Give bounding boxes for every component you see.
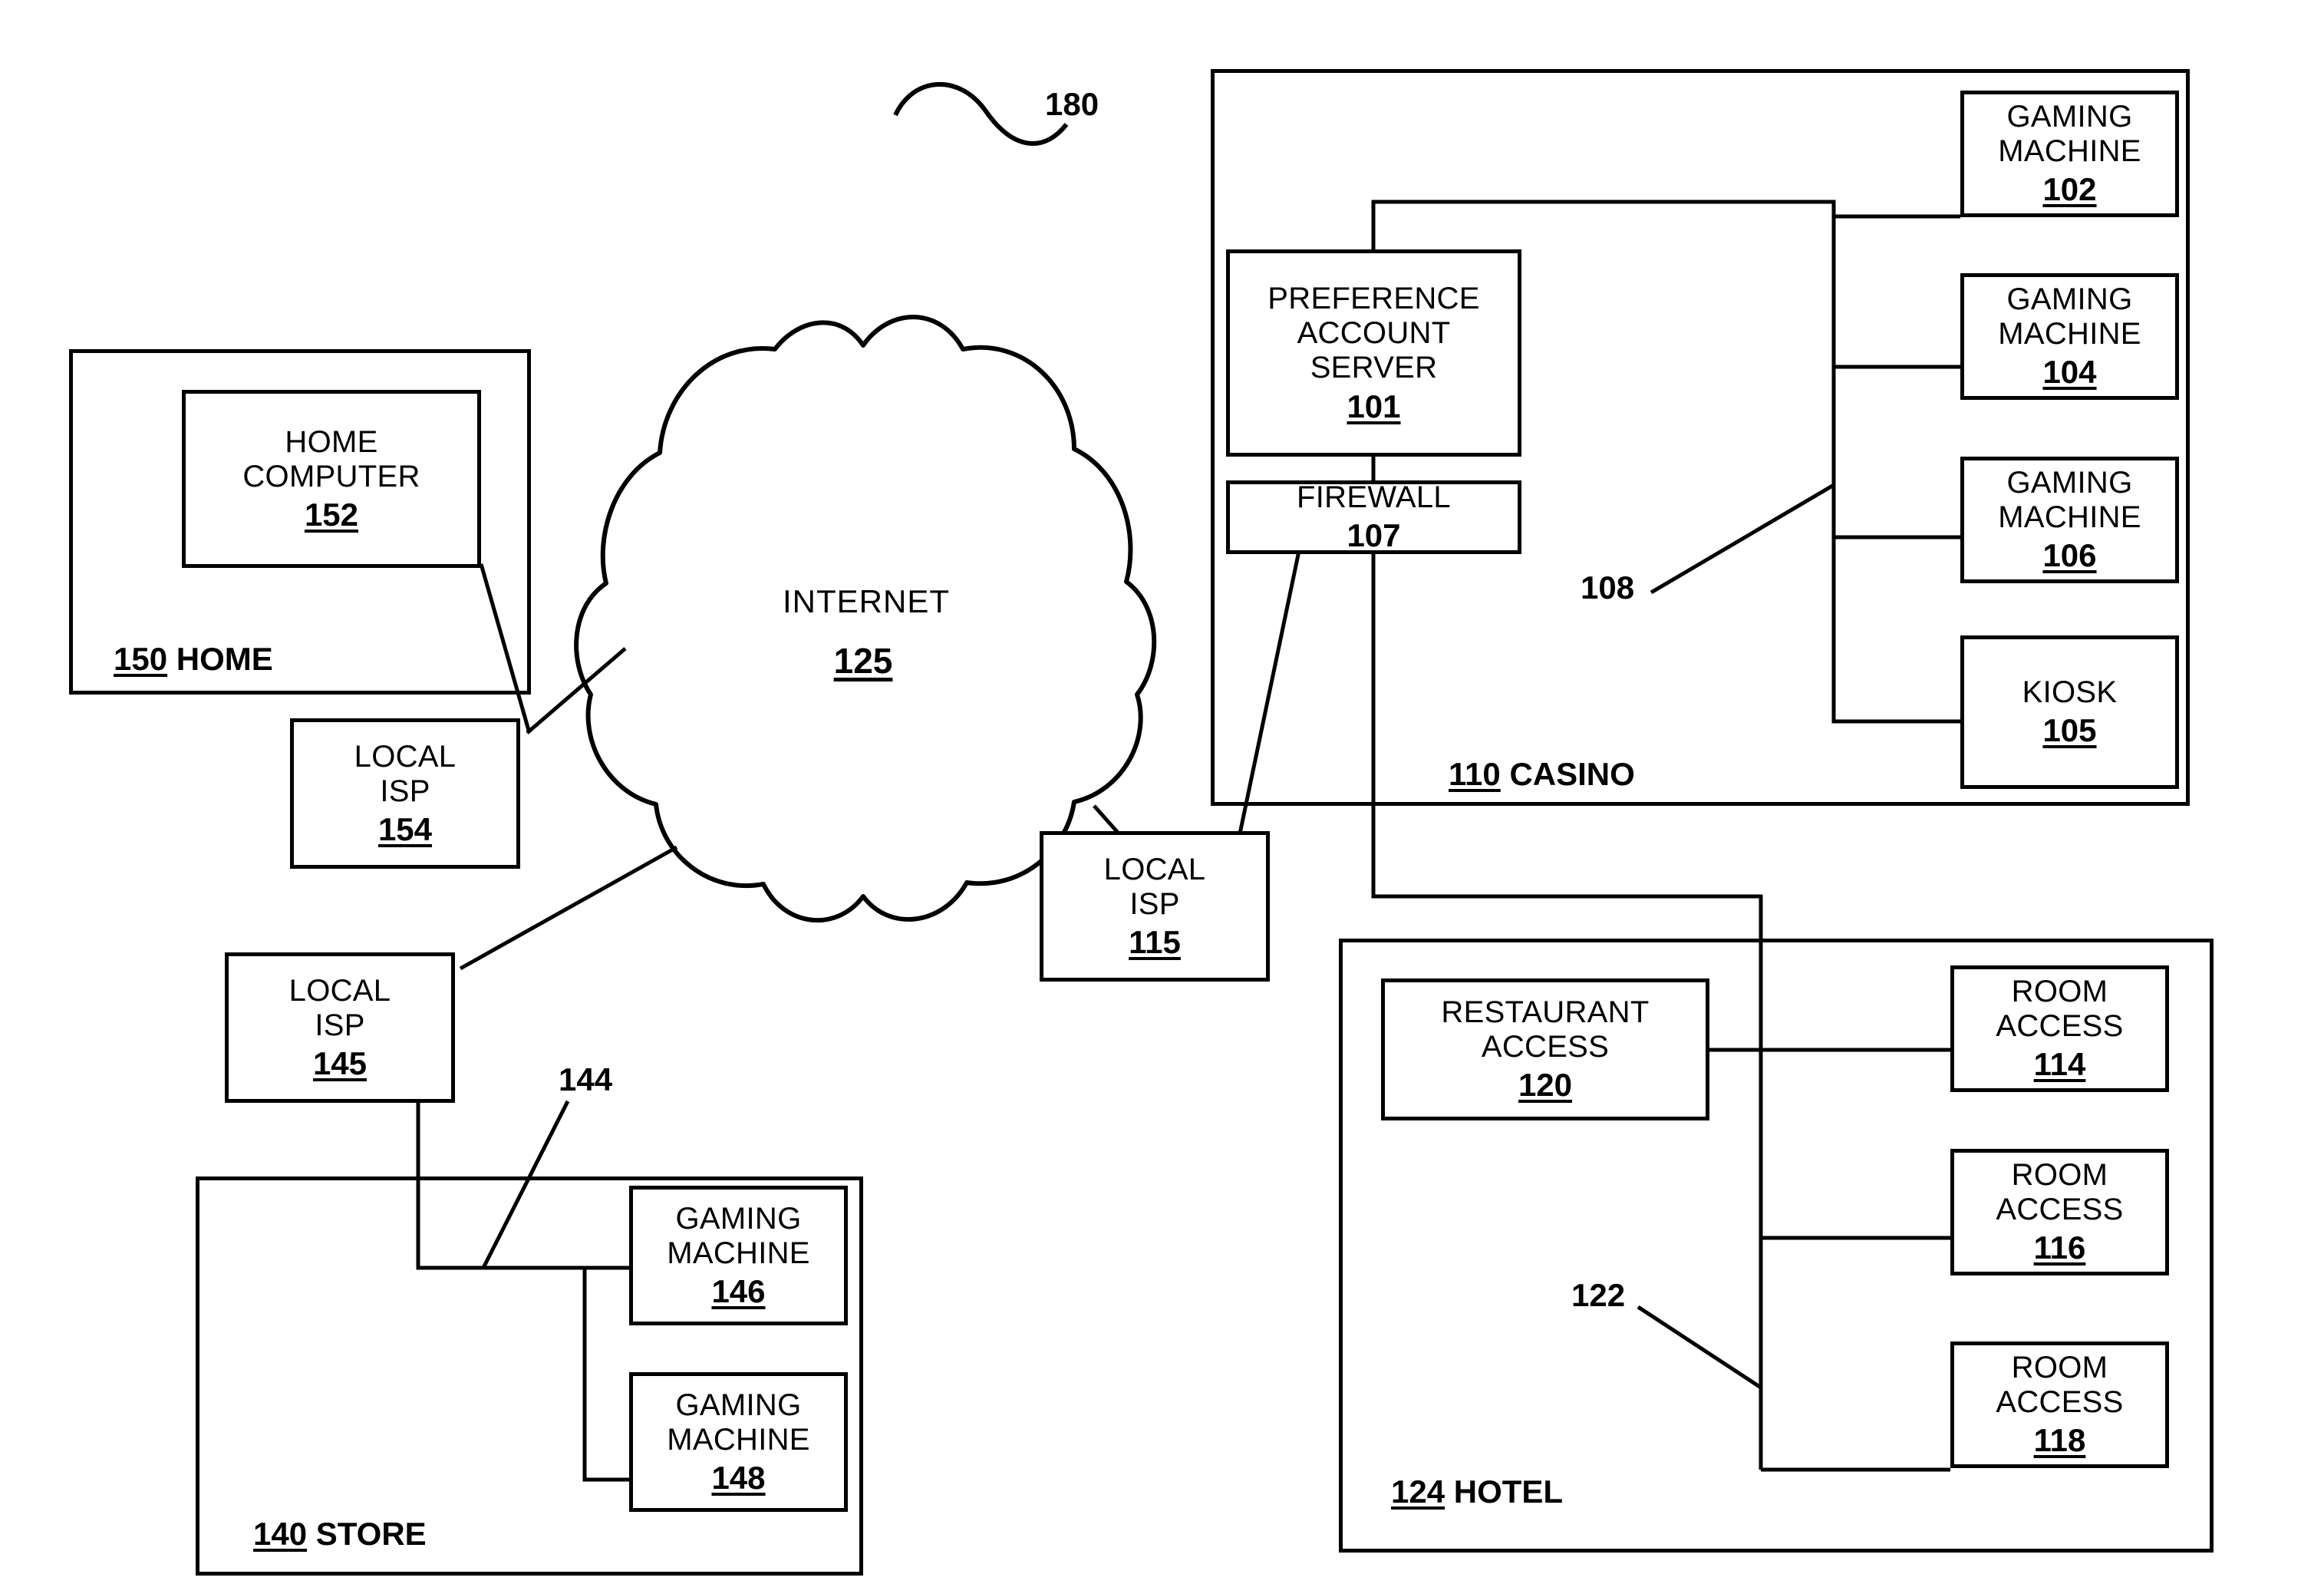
region-hotel-label: 124 HOTEL: [1391, 1473, 1563, 1510]
gaming-machine-148-number: 148: [711, 1459, 766, 1496]
room-access-116-line-2: ACCESS: [1996, 1193, 2124, 1227]
box-firewall[interactable]: FIREWALL 107: [1226, 480, 1521, 554]
gaming-machine-102-number: 102: [2042, 171, 2097, 208]
gaming-machine-102-line-1: GAMING: [2006, 100, 2133, 134]
region-casino-label: 110 CASINO: [1449, 756, 1635, 793]
local-isp-145-line-1: LOCAL: [288, 973, 391, 1008]
gaming-machine-106-line-1: GAMING: [2006, 466, 2133, 500]
gaming-machine-104-number: 104: [2042, 354, 2097, 391]
gaming-machine-104-line-1: GAMING: [2006, 282, 2133, 317]
gaming-machine-148-line-2: MACHINE: [667, 1422, 810, 1457]
region-hotel-name: HOTEL: [1453, 1473, 1564, 1510]
box-preference-account-server[interactable]: PREFERENCE ACCOUNT SERVER 101: [1226, 249, 1521, 457]
box-local-isp-115[interactable]: LOCAL ISP 115: [1040, 831, 1270, 982]
home-computer-line-1: HOME: [285, 424, 378, 459]
region-home-number: 150: [114, 641, 168, 677]
box-gaming-machine-148[interactable]: GAMING MACHINE 148: [629, 1372, 848, 1512]
room-access-116-line-1: ROOM: [2011, 1158, 2108, 1193]
local-isp-115-line-2: ISP: [1129, 886, 1180, 921]
link-isp154-to-internet: [526, 647, 627, 734]
local-isp-154-number: 154: [377, 810, 433, 847]
region-home-label: 150 HOME: [114, 641, 273, 678]
preference-account-server-line-3: SERVER: [1310, 351, 1438, 385]
gaming-machine-106-line-2: MACHINE: [1998, 500, 2141, 535]
box-gaming-machine-106[interactable]: GAMING MACHINE 106: [1960, 457, 2179, 583]
preference-account-server-line-2: ACCOUNT: [1297, 316, 1451, 351]
gaming-machine-106-number: 106: [2042, 537, 2097, 574]
firewall-number: 107: [1347, 517, 1401, 554]
hotel-bus-ref-122: 122: [1571, 1277, 1626, 1313]
region-store-name: STORE: [315, 1516, 427, 1552]
local-isp-145-number: 145: [312, 1044, 368, 1081]
box-gaming-machine-146[interactable]: GAMING MACHINE 146: [629, 1186, 848, 1325]
gaming-machine-104-line-2: MACHINE: [1998, 317, 2141, 351]
room-access-114-line-2: ACCESS: [1996, 1009, 2124, 1044]
region-casino-number: 110: [1449, 756, 1501, 792]
casino-bus-ref-108: 108: [1581, 569, 1635, 606]
local-isp-145-line-2: ISP: [315, 1008, 365, 1042]
preference-account-server-line-1: PREFERENCE: [1267, 281, 1480, 315]
internet-cloud-title: INTERNET: [783, 583, 950, 619]
figure-squiggle-icon: [893, 82, 1069, 146]
restaurant-access-120-line-2: ACCESS: [1481, 1030, 1610, 1064]
internet-cloud-label: INTERNET 125: [783, 583, 950, 681]
gaming-machine-146-line-1: GAMING: [675, 1201, 802, 1236]
gaming-machine-146-number: 146: [711, 1272, 766, 1309]
box-kiosk-105[interactable]: KIOSK 105: [1960, 635, 2179, 789]
region-hotel-number: 124: [1391, 1473, 1445, 1510]
room-access-114-number: 114: [2033, 1046, 2086, 1083]
room-access-114-line-1: ROOM: [2011, 975, 2108, 1009]
preference-account-server-number: 101: [1347, 388, 1401, 424]
box-room-access-116[interactable]: ROOM ACCESS 116: [1950, 1149, 2169, 1275]
local-isp-154-line-2: ISP: [380, 774, 430, 808]
box-gaming-machine-104[interactable]: GAMING MACHINE 104: [1960, 273, 2179, 400]
region-home-name: HOME: [176, 641, 273, 677]
gaming-machine-102-line-2: MACHINE: [1998, 134, 2141, 169]
restaurant-access-120-line-1: RESTAURANT: [1441, 995, 1650, 1030]
home-computer-number: 152: [304, 496, 359, 533]
room-access-116-number: 116: [2033, 1229, 2086, 1266]
region-store-number: 140: [253, 1516, 308, 1552]
box-restaurant-access-120[interactable]: RESTAURANT ACCESS 120: [1381, 978, 1709, 1120]
box-room-access-118[interactable]: ROOM ACCESS 118: [1950, 1341, 2169, 1468]
room-access-118-line-2: ACCESS: [1996, 1385, 2124, 1420]
local-isp-115-number: 115: [1129, 923, 1181, 960]
home-computer-line-2: COMPUTER: [242, 459, 420, 493]
patent-figure-diagram: 180 INTERNET 125 150 HOME HOME COMPUTER …: [0, 0, 2324, 1584]
firewall-line-1: FIREWALL: [1297, 480, 1451, 515]
store-bus-ref-144: 144: [559, 1061, 613, 1097]
box-local-isp-145[interactable]: LOCAL ISP 145: [225, 952, 455, 1103]
gaming-machine-146-line-2: MACHINE: [667, 1236, 810, 1270]
room-access-118-line-1: ROOM: [2011, 1351, 2108, 1385]
region-casino-name: CASINO: [1509, 756, 1635, 792]
box-local-isp-154[interactable]: LOCAL ISP 154: [290, 718, 520, 869]
kiosk-105-number: 105: [2042, 712, 2097, 749]
restaurant-access-120-number: 120: [1518, 1067, 1573, 1104]
box-room-access-114[interactable]: ROOM ACCESS 114: [1950, 965, 2169, 1092]
internet-cloud-number: 125: [833, 641, 893, 681]
box-home-computer[interactable]: HOME COMPUTER 152: [182, 390, 481, 568]
gaming-machine-148-line-1: GAMING: [675, 1388, 802, 1422]
local-isp-115-line-1: LOCAL: [1103, 852, 1206, 886]
box-gaming-machine-102[interactable]: GAMING MACHINE 102: [1960, 91, 2179, 217]
kiosk-105-line-1: KIOSK: [2022, 675, 2118, 710]
region-store-label: 140 STORE: [253, 1516, 427, 1553]
local-isp-154-line-1: LOCAL: [354, 739, 457, 774]
room-access-118-number: 118: [2033, 1422, 2086, 1459]
figure-ref-180: 180: [1045, 86, 1099, 122]
